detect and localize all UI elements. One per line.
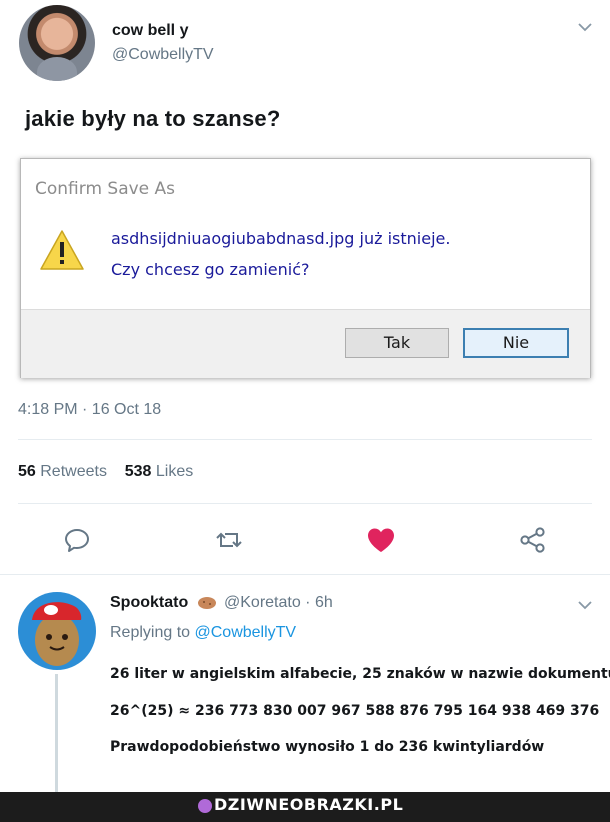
dialog-message-line2: Czy chcesz go zamienić? — [111, 260, 310, 279]
chevron-down-icon[interactable] — [576, 596, 594, 614]
reply-text-line: Prawdopodobieństwo wynosiło 1 do 236 kwi… — [110, 739, 545, 755]
share-icon[interactable] — [518, 525, 548, 555]
tweet-stats: 56 Retweets 538 Likes — [18, 463, 193, 481]
yes-button[interactable]: Tak — [345, 328, 449, 358]
reply-avatar[interactable] — [18, 592, 96, 670]
reply-display-name[interactable]: Spooktato — [110, 594, 217, 612]
dialog-button-bar: Tak Nie — [21, 309, 590, 378]
replying-to-link[interactable]: @CowbellyTV — [195, 624, 297, 641]
divider — [0, 574, 610, 575]
warning-icon — [40, 230, 84, 270]
reply-display-name-text[interactable]: Spooktato — [110, 594, 188, 611]
no-button[interactable]: Nie — [463, 328, 569, 358]
chevron-down-icon[interactable] — [576, 18, 594, 36]
tweet-text: jakie były na to szanse? — [25, 106, 281, 131]
reply-handle-time[interactable]: @Koretato · 6h — [224, 594, 333, 612]
likes-count[interactable]: 538 — [125, 463, 152, 480]
brand-logo-icon — [198, 799, 212, 813]
dialog-message-line1: asdhsijdniuaogiubabdnasd.jpg już istniej… — [111, 229, 451, 248]
replying-prefix: Replying to — [110, 624, 191, 641]
replying-to: Replying to @CowbellyTV — [110, 624, 296, 642]
likes-label[interactable]: Likes — [156, 463, 193, 480]
watermark-bar: DZIWNEOBRAZKI.PL — [0, 792, 610, 822]
retweets-count[interactable]: 56 — [18, 463, 36, 480]
author-display-name[interactable]: cow bell y — [112, 22, 188, 40]
tweet-timestamp[interactable]: 4:18 PM · 16 Oct 18 — [18, 401, 161, 419]
watermark-text: DZIWNEOBRAZKI.PL — [214, 795, 404, 814]
thread-line — [55, 674, 58, 794]
dialog-title: Confirm Save As — [35, 179, 176, 199]
potato-emoji-icon — [197, 596, 216, 609]
reply-text-line: 26 liter w angielskim alfabecie, 25 znak… — [110, 666, 610, 682]
potato-mascot-icon — [32, 602, 82, 666]
reply-text-line: 26^(25) ≈ 236 773 830 007 967 588 876 79… — [110, 703, 600, 719]
retweet-icon[interactable] — [214, 525, 244, 555]
divider — [18, 503, 592, 504]
author-avatar[interactable] — [19, 5, 95, 81]
heart-icon[interactable] — [366, 525, 396, 555]
author-handle[interactable]: @CowbellyTV — [112, 46, 214, 64]
divider — [18, 439, 592, 440]
confirm-save-dialog: Confirm Save As asdhsijdniuaogiubabdnasd… — [20, 158, 591, 378]
reply-icon[interactable] — [62, 525, 92, 555]
retweets-label[interactable]: Retweets — [40, 463, 107, 480]
